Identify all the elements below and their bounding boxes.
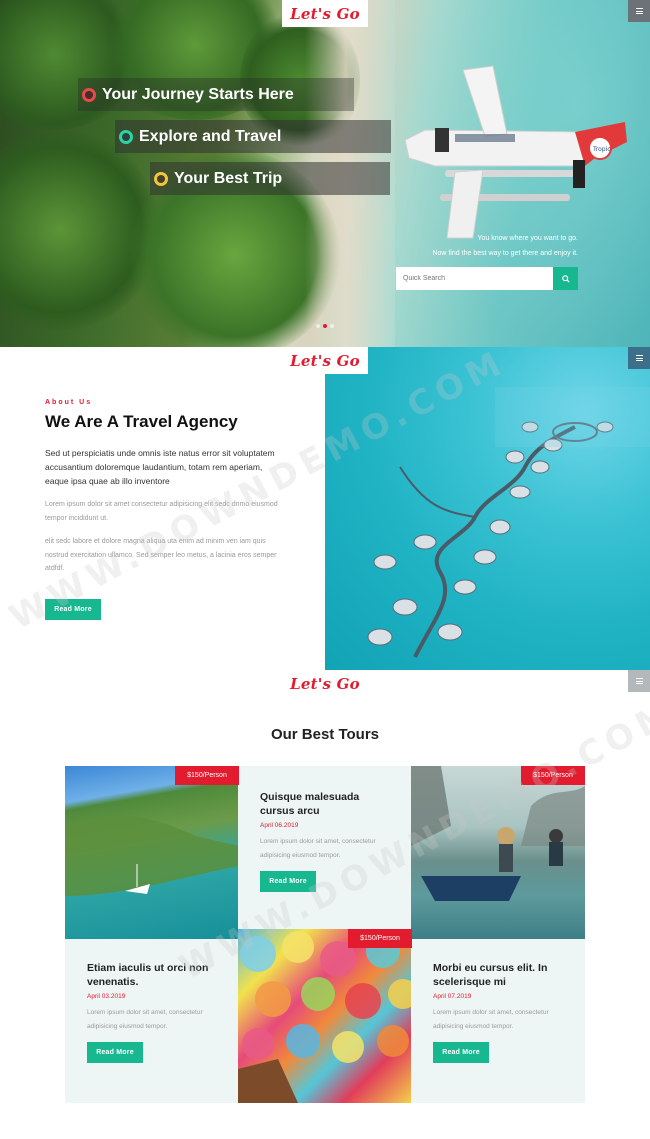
overwater-villas-illustration — [367, 387, 650, 658]
tour-description: Lorem ipsum dolor sit amet, consectetur … — [87, 1009, 203, 1030]
slider-pagination — [316, 324, 334, 328]
about-title: We Are A Travel Agency — [45, 412, 238, 431]
resort-aerial-image — [325, 347, 650, 670]
tour-read-more-button[interactable]: Read More — [260, 871, 316, 892]
tour-image-umbrellas[interactable]: $150/Person — [238, 929, 412, 1103]
hero-line-3: Your Best Trip — [150, 162, 390, 195]
tours-heading: Our Best Tours — [270, 726, 380, 743]
target-icon — [154, 171, 168, 186]
tour-title[interactable]: Quisque malesuada cursus arcu — [260, 790, 390, 818]
price-badge: $150/Person — [175, 766, 239, 785]
search-button[interactable] — [553, 267, 578, 290]
tour-card: Etiam iaculis ut orci non venenatis. Apr… — [65, 939, 239, 1103]
menu-icon — [635, 678, 643, 684]
tour-card-body: Morbi eu cursus elit. In scelerisque mi … — [411, 961, 585, 1063]
hero-line-text: Your Journey Starts Here — [102, 85, 294, 103]
slider-dot[interactable] — [330, 324, 334, 328]
tour-card-body: Quisque malesuada cursus arcu April 06.2… — [238, 790, 412, 892]
search-icon — [561, 274, 570, 283]
hero-tagline-1: You know where you want to go. — [477, 235, 578, 242]
menu-icon — [635, 355, 643, 361]
tour-date: April 03.2019 — [87, 993, 126, 1000]
price-badge: $150/Person — [348, 929, 412, 948]
about-kicker: About Us — [45, 399, 93, 406]
menu-icon — [635, 8, 643, 14]
hero-line-text: Your Best Trip — [174, 169, 283, 187]
tour-description: Lorem ipsum dolor sit amet, consectetur … — [260, 838, 376, 859]
site-logo[interactable]: Let's Go — [282, 347, 368, 374]
slider-dot[interactable] — [316, 324, 320, 328]
hamburger-menu-button[interactable] — [628, 0, 650, 22]
hamburger-menu-button[interactable] — [628, 347, 650, 369]
hero-section: Tropic Let's Go Your Journey Starts Here… — [0, 0, 650, 347]
umbrellas-illustration — [238, 931, 412, 1103]
hero-line-2: Explore and Travel — [115, 120, 391, 153]
tour-image-island[interactable]: $150/Person — [65, 766, 239, 939]
target-icon — [119, 129, 133, 144]
tour-read-more-button[interactable]: Read More — [433, 1042, 489, 1063]
tour-date: April 07.2019 — [433, 993, 472, 1000]
tour-card: Quisque malesuada cursus arcu April 06.2… — [238, 766, 412, 939]
tour-title[interactable]: Etiam iaculis ut orci non venenatis. — [87, 961, 217, 989]
quick-search-form — [396, 267, 578, 290]
quick-search-input[interactable] — [396, 267, 553, 290]
tours-grid: $150/Person Quisque malesuada cursus arc… — [65, 766, 585, 1103]
target-icon — [82, 87, 96, 102]
about-section: About Us We Are A Travel Agency Sed ut p… — [0, 347, 650, 670]
tour-image-boats[interactable]: $150/Person — [411, 766, 585, 939]
price-badge: $150/Person — [521, 766, 585, 785]
about-content: About Us We Are A Travel Agency Sed ut p… — [45, 399, 285, 620]
slider-dot-active[interactable] — [323, 324, 327, 328]
about-paragraph: Lorem ipsum dolor sit amet consectetur a… — [45, 501, 278, 522]
site-logo[interactable]: Let's Go — [282, 0, 368, 27]
tour-card-body: Etiam iaculis ut orci non venenatis. Apr… — [65, 961, 239, 1063]
about-paragraph: elit sedc labore et dolore magna aliqua … — [45, 538, 277, 572]
tour-card: Morbi eu cursus elit. In scelerisque mi … — [411, 939, 585, 1103]
hero-line-text: Explore and Travel — [139, 127, 282, 145]
sailboat-illustration — [65, 815, 239, 896]
hero-tagline-2: Now find the best way to get there and e… — [432, 250, 578, 257]
site-logo[interactable]: Let's Go — [282, 670, 368, 697]
tour-date: April 06.2019 — [260, 822, 299, 829]
plane-logo-text: Tropic — [592, 146, 611, 153]
seaplane-image: Tropic — [404, 65, 627, 239]
rowboat-illustration — [411, 766, 585, 901]
tours-section: Let's Go Our Best Tours $150/Person Quis… — [0, 670, 650, 1139]
tour-read-more-button[interactable]: Read More — [87, 1042, 143, 1063]
hamburger-menu-button[interactable] — [628, 670, 650, 692]
hero-line-1: Your Journey Starts Here — [78, 78, 354, 111]
tour-description: Lorem ipsum dolor sit amet, consectetur … — [433, 1009, 549, 1030]
tour-title[interactable]: Morbi eu cursus elit. In scelerisque mi — [433, 961, 563, 989]
about-read-more-button[interactable]: Read More — [45, 598, 101, 620]
about-lead-text: Sed ut perspiciatis unde omnis iste natu… — [45, 448, 275, 486]
